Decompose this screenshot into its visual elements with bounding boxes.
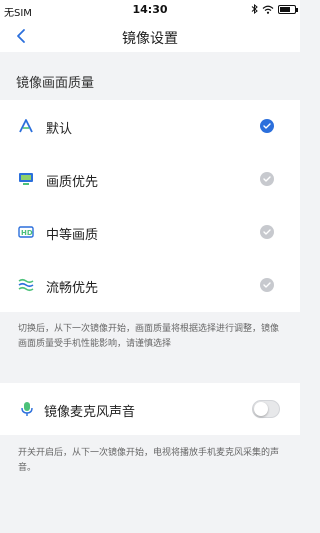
quality-option-default[interactable]: 默认 [0, 100, 300, 153]
svg-text:HD: HD [21, 229, 33, 237]
mic-sound-row: 镜像麦克风声音 [0, 383, 300, 435]
quality-option-label: 流畅优先 [46, 281, 99, 296]
mic-sound-label: 镜像麦克风声音 [44, 405, 136, 420]
monitor-icon [19, 173, 33, 185]
bluetooth-icon [251, 4, 258, 14]
status-icons [251, 4, 298, 14]
quality-option-medium[interactable]: HD 中等画质 [0, 206, 300, 259]
mic-hint-text: 开关开启后，从下一次镜像开始，电视将播放手机麦克风采集的声音。 [18, 448, 280, 473]
quality-option-label: 画质优先 [46, 175, 99, 190]
a-letter-icon [19, 119, 33, 133]
quality-option-label: 默认 [46, 122, 73, 137]
page-title: 镜像设置 [122, 31, 178, 47]
status-bar: 无SIM 14:30 [0, 0, 300, 20]
unchecked-icon [260, 278, 274, 292]
quality-option-label: 中等画质 [46, 228, 99, 243]
microphone-icon [21, 402, 33, 416]
battery-icon [278, 4, 298, 14]
toggle-knob [254, 402, 268, 416]
wifi-icon [262, 5, 274, 14]
waves-icon [18, 278, 34, 292]
unchecked-icon [260, 225, 274, 239]
quality-option-list: 默认 画质优先 HD 中等画质 流畅优先 [0, 100, 300, 312]
hd-icon: HD [18, 226, 34, 238]
quality-option-high[interactable]: 画质优先 [0, 153, 300, 206]
mic-sound-toggle[interactable] [252, 400, 280, 418]
quality-option-smooth[interactable]: 流畅优先 [0, 259, 300, 312]
navigation-bar: 镜像设置 [0, 20, 300, 52]
unchecked-icon [260, 172, 274, 186]
quality-section-title: 镜像画面质量 [16, 76, 95, 91]
quality-hint-text: 切换后，从下一次镜像开始，画面质量将根据选择进行调整，镜像画面质量受手机性能影响… [18, 324, 280, 349]
checked-icon [260, 119, 274, 133]
